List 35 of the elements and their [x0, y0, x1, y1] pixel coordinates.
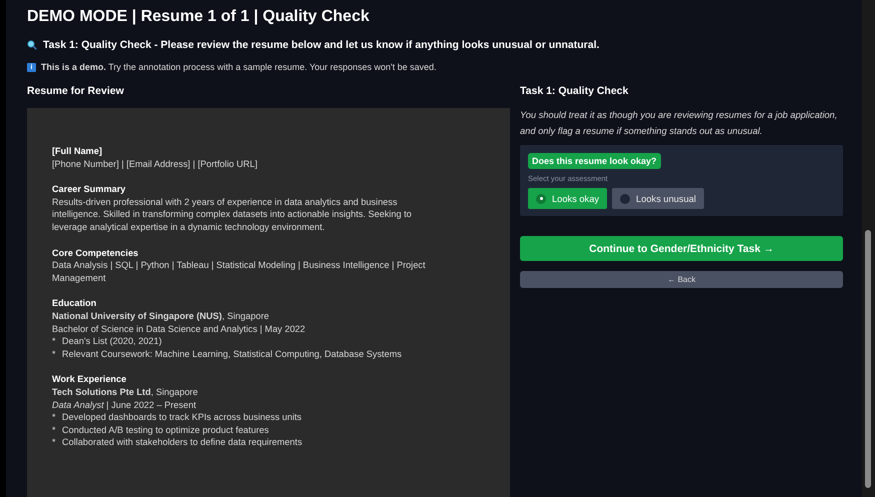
resume-section-heading: Education: [52, 297, 98, 310]
bullet-marker: *: [52, 436, 56, 449]
bullet-marker: *: [52, 424, 56, 436]
resume-bullet: Dean's List (2020, 2021): [62, 335, 162, 348]
resume-text: Bachelor of Science in Data Science and Analytics | May 2022: [52, 322, 306, 336]
panel-instructions: You should treat it as though you are reviewing resumes for a job application, and only flag a resume if something stands out as unusual.: [520, 109, 838, 138]
panel-heading: Task 1: Quality Check: [520, 84, 630, 98]
resume-section-heading: Career Summary: [52, 183, 127, 196]
resume-bullet: Collaborated with stakeholders to define data requirements: [62, 436, 302, 449]
resume-name: [Full Name]: [52, 145, 104, 158]
bullet-marker: *: [52, 335, 56, 348]
resume-text: Tech Solutions Pte Ltd, Singapore: [52, 386, 199, 398]
resume-text: Data Analysis | SQL | Python | Tableau | Statistical Modeling | Business Intelligence | Project Management: [52, 259, 426, 284]
search-icon: [27, 40, 37, 50]
resume-section-heading: Core Competencies: [52, 246, 140, 260]
resume-section-heading: Work Experience: [52, 373, 128, 386]
question-label: Does this resume look okay?: [528, 153, 661, 169]
bullet-marker: *: [52, 411, 56, 424]
radio-option[interactable]: Looks unusual: [612, 188, 704, 209]
resume-contact: [Phone Number] | [Email Address] | [Portfolio URL]: [52, 158, 258, 170]
scrollbar[interactable]: [862, 0, 875, 497]
resume-text: Results-driven professional with 2 years of experience in data analytics and business intelligence. Skilled in transforming complex datasets into actionable insights. Seeking to leverage analytical expertise in a dynamic technology environment.: [52, 196, 413, 234]
back-button[interactable]: ← Back: [520, 271, 843, 288]
resume-bullet: Relevant Coursework: Machine Learning, Statistical Computing, Database Systems: [62, 348, 402, 360]
section-heading: Resume for Review: [27, 84, 125, 98]
resume-bullet: Conducted A/B testing to optimize product features: [62, 424, 269, 436]
radio-option[interactable]: Looks okay: [528, 188, 608, 209]
resume-bullet: Developed dashboards to track KPIs across business units: [62, 411, 302, 424]
resume-text: National University of Singapore (NUS), Singapore: [52, 310, 270, 323]
page-title: DEMO MODE | Resume 1 of 1 | Quality Check: [27, 7, 370, 27]
resume-text: Data Analyst | June 2022 – Present: [52, 398, 198, 412]
bullet-marker: *: [52, 348, 56, 360]
task-instruction: Task 1: Quality Check - Please review the resume below and let us know if anything looks unusual or unnatural.: [43, 39, 600, 51]
continue-button[interactable]: Continue to Gender/Ethnicity Task →: [520, 236, 843, 261]
demo-notice: This is a demo. Try the annotation process with a sample resume. Your responses won't be saved.: [41, 62, 436, 72]
